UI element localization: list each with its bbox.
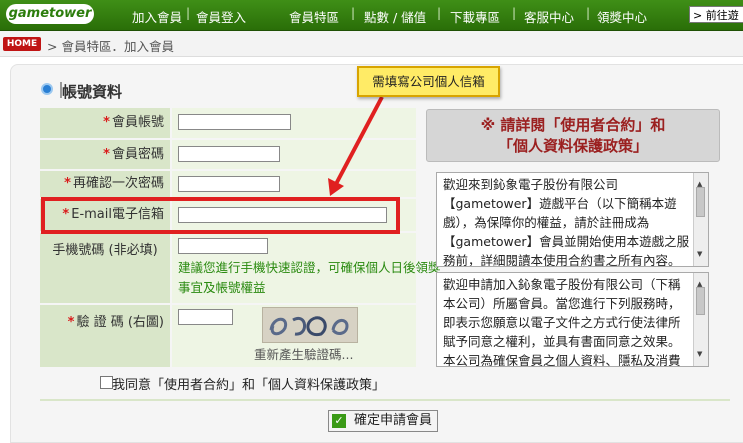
privacy-scrollbar[interactable]: ▲ ▼ xyxy=(693,273,708,366)
captcha-label: * 驗 證 碼 (右圖) xyxy=(40,305,170,367)
form-row-password: * 會員密碼 xyxy=(40,140,416,169)
captcha-glyphs xyxy=(269,316,349,337)
nav-separator: | xyxy=(351,6,356,20)
scroll-down-icon[interactable]: ▼ xyxy=(697,245,702,264)
scrollbar-thumb[interactable] xyxy=(696,287,705,315)
form-row-account: * 會員帳號 xyxy=(40,108,416,138)
form-divider xyxy=(40,399,730,401)
goto-select[interactable]: > 前往遊 xyxy=(689,6,743,23)
checkmark-icon: ✓ xyxy=(332,414,346,428)
phone-label: 手機號碼 (非必填) xyxy=(40,233,170,303)
consent-label[interactable]: 我同意「使用者合約」和「個人資料保護政策」 xyxy=(112,374,385,393)
scroll-down-icon[interactable]: ▼ xyxy=(697,345,702,364)
captcha-image xyxy=(262,307,358,343)
nav-separator: | xyxy=(437,6,442,20)
nav-member-zone[interactable]: 會員特區 xyxy=(289,7,339,26)
home-badge[interactable]: HOME xyxy=(3,37,41,51)
top-navbar: gametower 加入會員 | 會員登入 會員特區 | 點數 / 儲值 | 下… xyxy=(0,0,743,31)
nav-separator: | xyxy=(586,6,591,20)
nav-points[interactable]: 點數 / 儲值 xyxy=(364,7,426,26)
agreement-title: ※ 請詳閱「使用者合約」和 「個人資料保護政策」 xyxy=(426,109,720,162)
gametower-logo[interactable]: gametower xyxy=(6,4,94,24)
form-row-confirm: * 再確認一次密碼 xyxy=(40,171,416,197)
scrollbar-thumb[interactable] xyxy=(696,187,705,217)
form-row-captcha: * 驗 證 碼 (右圖) 重新產生驗證碼... xyxy=(40,305,416,367)
password-input[interactable] xyxy=(178,146,280,162)
nav-join[interactable]: 加入會員 xyxy=(132,7,182,26)
phone-input[interactable] xyxy=(178,238,268,254)
email-highlight-box xyxy=(41,197,400,234)
nav-login[interactable]: 會員登入 xyxy=(196,7,246,26)
submit-button[interactable]: ✓ 確定申請會員 xyxy=(328,410,438,432)
breadcrumb-path: > 會員特區．加入會員 xyxy=(47,39,174,54)
account-label: * 會員帳號 xyxy=(40,108,170,138)
nav-rewards[interactable]: 領獎中心 xyxy=(597,7,647,26)
nav-separator: | xyxy=(186,6,191,20)
phone-note: 建議您進行手機快速認證，可確保個人日後領獎事宜及帳號權益 xyxy=(178,260,441,295)
account-input[interactable] xyxy=(178,114,291,130)
annotation-callout: 需填寫公司個人信箱 xyxy=(357,66,500,97)
confirm-password-label: * 再確認一次密碼 xyxy=(40,171,170,197)
confirm-password-input[interactable] xyxy=(178,176,280,192)
nav-separator: | xyxy=(512,6,517,20)
captcha-input[interactable] xyxy=(178,309,233,325)
section-title: 帳號資料 xyxy=(62,83,123,101)
agreement-scrollbar[interactable]: ▲ ▼ xyxy=(693,173,708,266)
privacy-policy-textbox[interactable]: 歡迎申請加入鈊象電子股份有限公司（下稱 本公司）所屬會員。當您進行下列服務時， … xyxy=(436,272,709,367)
section-bullet-icon xyxy=(41,83,53,95)
user-agreement-textbox[interactable]: 歡迎來到鈊象電子股份有限公司 【gametower】遊戲平台（以下簡稱本遊 戲）… xyxy=(436,172,709,267)
breadcrumb: HOME > 會員特區．加入會員 xyxy=(0,31,743,57)
password-label: * 會員密碼 xyxy=(40,140,170,169)
nav-support[interactable]: 客服中心 xyxy=(524,7,574,26)
captcha-refresh-link[interactable]: 重新產生驗證碼... xyxy=(254,344,353,363)
nav-download[interactable]: 下載專區 xyxy=(450,7,500,26)
